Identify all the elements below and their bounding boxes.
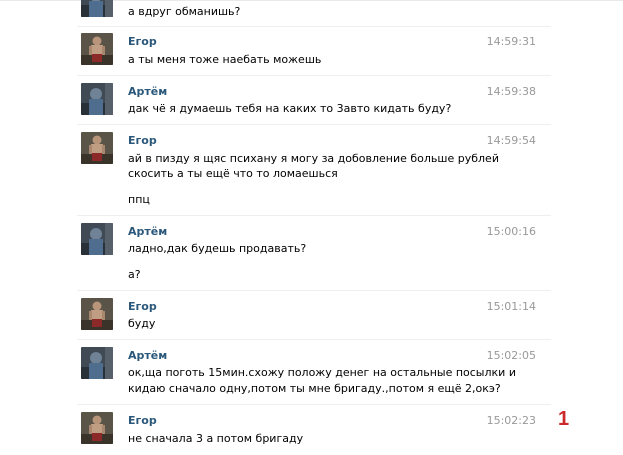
message-time[interactable]: 15:02:05 xyxy=(487,349,536,362)
message-text: скосить а ты ещё что то ломаешься xyxy=(128,167,338,180)
egor-photo-icon[interactable] xyxy=(81,33,113,65)
egor-photo-icon[interactable] xyxy=(81,412,113,444)
annotation-marker: 1 xyxy=(558,408,570,430)
divider xyxy=(77,124,551,125)
artyom-photo-icon[interactable] xyxy=(81,83,113,115)
message-text: ппц xyxy=(128,193,150,206)
message-time[interactable]: 15:01:14 xyxy=(487,300,536,313)
message-time[interactable]: 15:00:16 xyxy=(487,225,536,238)
author-name[interactable]: Егор xyxy=(128,134,157,147)
dialog-history: а вдруг обманишь? Егор 14:59:31 а ты мен… xyxy=(0,0,623,455)
author-name[interactable]: Артём xyxy=(128,85,167,98)
message-time[interactable]: 15:02:23 xyxy=(487,414,536,427)
message-text: ок,ща поготь 15мин.схожу положу денег на… xyxy=(128,366,516,379)
message-text: не сначала 3 а потом бригаду xyxy=(128,432,304,445)
message-time[interactable]: 14:59:31 xyxy=(487,35,536,48)
divider xyxy=(77,75,551,76)
author-name[interactable]: Артём xyxy=(128,349,167,362)
message-time[interactable]: 14:59:38 xyxy=(487,85,536,98)
divider xyxy=(77,404,551,405)
divider xyxy=(77,290,551,291)
message-text: а ты меня тоже наебать можешь xyxy=(128,53,322,66)
artyom-photo-icon[interactable] xyxy=(81,347,113,379)
author-name[interactable]: Артём xyxy=(128,225,167,238)
egor-photo-icon[interactable] xyxy=(81,132,113,164)
message-time[interactable]: 14:59:54 xyxy=(487,134,536,147)
message-text: кидаю сначало одну,потом ты мне бригаду.… xyxy=(128,382,501,395)
message-text: а вдруг обманишь? xyxy=(128,5,241,18)
divider xyxy=(77,339,551,340)
author-name[interactable]: Егор xyxy=(128,300,157,313)
author-name[interactable]: Егор xyxy=(128,35,157,48)
author-name[interactable]: Егор xyxy=(128,414,157,427)
divider xyxy=(77,26,551,27)
message-text: ладно,дак будешь продавать? xyxy=(128,242,307,255)
egor-photo-icon[interactable] xyxy=(81,298,113,330)
message-text: а? xyxy=(128,268,141,281)
divider xyxy=(77,215,551,216)
message-text: ай в пизду я щяс психану я могу за добов… xyxy=(128,152,499,165)
message-text: дак чё я думаешь тебя на каких то 3авто … xyxy=(128,102,452,115)
artyom-photo-icon[interactable] xyxy=(81,223,113,255)
artyom-photo-icon[interactable] xyxy=(81,0,113,17)
message-text: буду xyxy=(128,317,156,330)
